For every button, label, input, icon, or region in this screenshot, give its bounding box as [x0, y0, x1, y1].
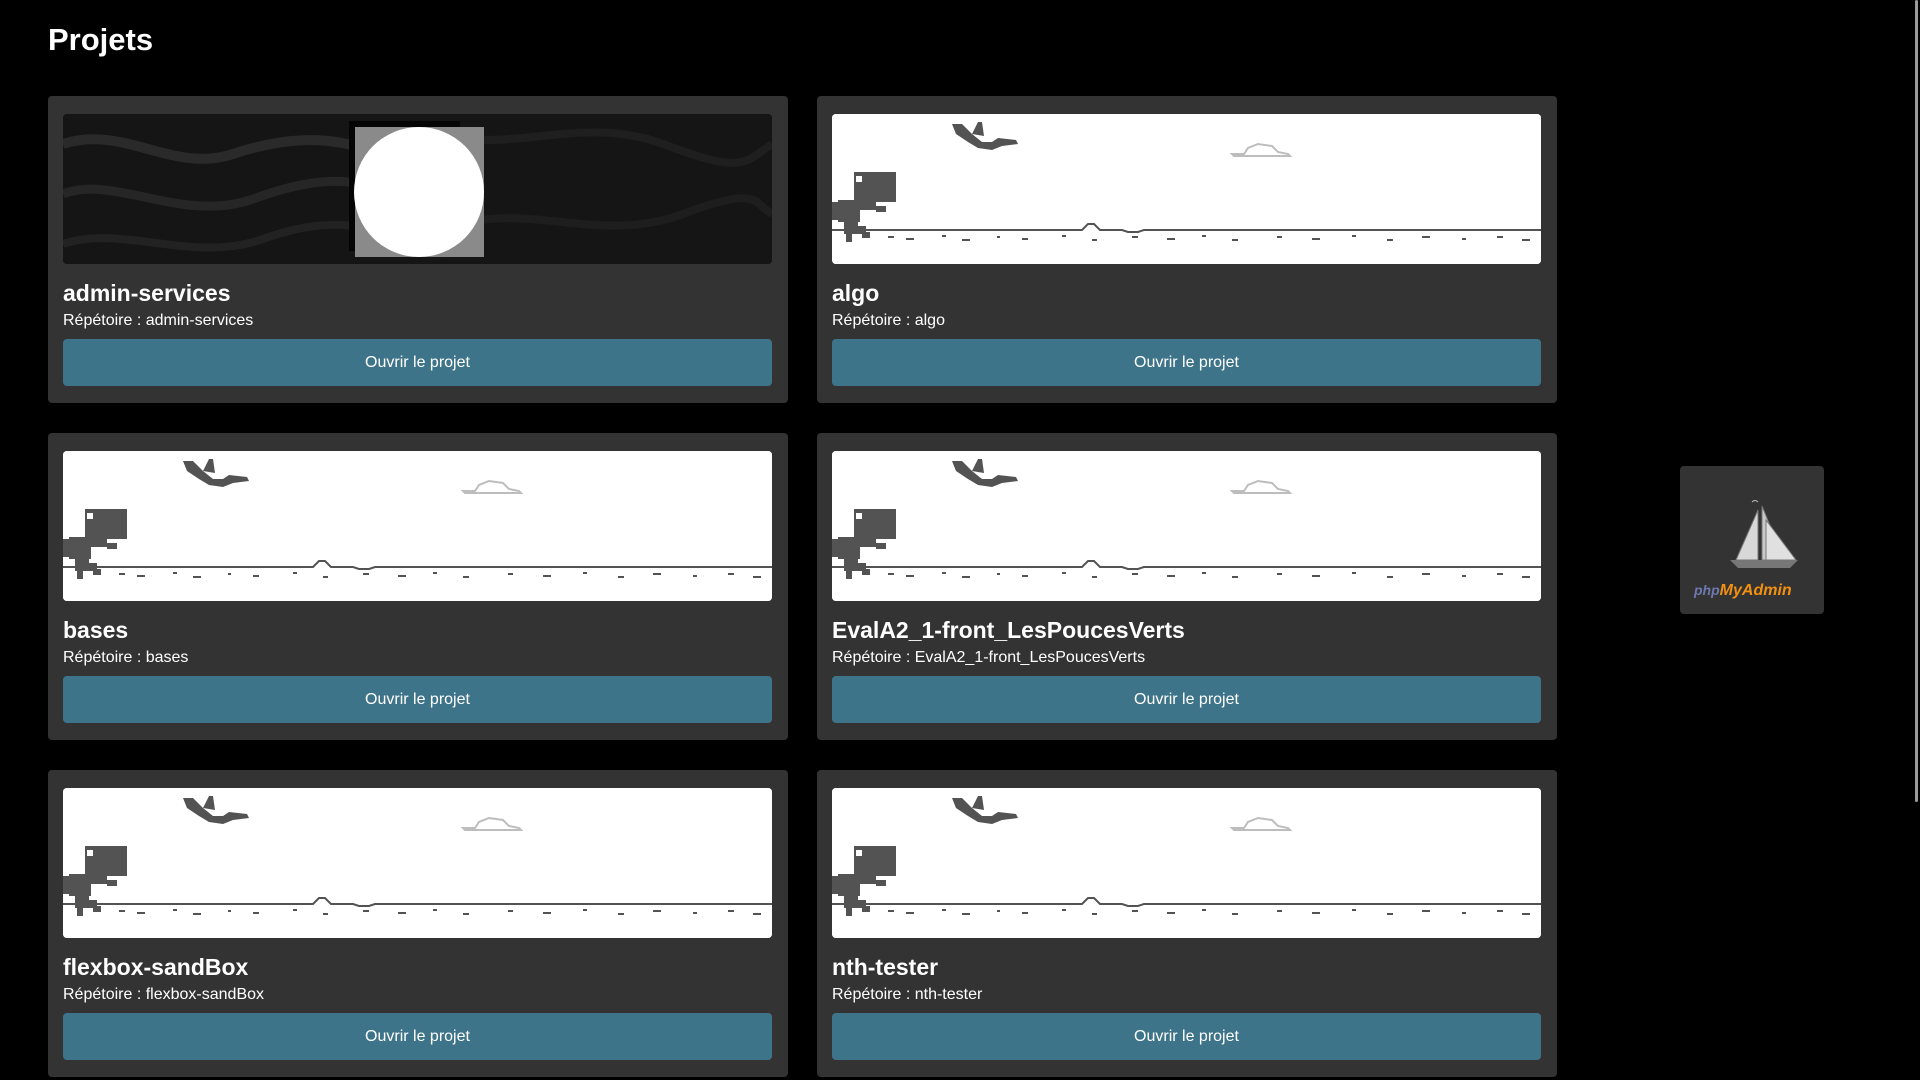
projects-grid: admin-services Répétoire : admin-service…: [48, 96, 1557, 1077]
project-thumbnail: [832, 788, 1541, 938]
directory-value: algo: [914, 312, 945, 329]
project-directory: Répétoire : flexbox-sandBox: [63, 985, 773, 1005]
project-title: algo: [832, 280, 880, 306]
dino-game-thumbnail: [63, 788, 772, 938]
project-card-flexbox-sandbox: flexbox-sandBox Répétoire : flexbox-sand…: [48, 770, 788, 1077]
project-directory: Répétoire : nth-tester: [832, 985, 1542, 1005]
project-card-algo: algo Répétoire : algo Ouvrir le projet: [817, 96, 1557, 403]
directory-value: bases: [145, 649, 189, 666]
project-title: flexbox-sandBox: [63, 954, 249, 980]
open-project-button[interactable]: Ouvrir le projet: [63, 1013, 772, 1060]
open-project-button[interactable]: Ouvrir le projet: [63, 339, 772, 386]
project-title: bases: [63, 617, 129, 643]
scrollbar-thumb[interactable]: [1915, 0, 1918, 802]
dino-game-thumbnail: [832, 114, 1541, 264]
project-thumbnail: [832, 451, 1541, 601]
project-thumbnail: [63, 788, 772, 938]
open-project-button[interactable]: Ouvrir le projet: [832, 339, 1541, 386]
project-thumbnail: [63, 451, 772, 601]
page-title: Projets: [48, 22, 154, 57]
project-card-bases: bases Répétoire : bases Ouvrir le projet: [48, 433, 788, 740]
project-directory: Répétoire : bases: [63, 648, 773, 668]
directory-label: Répétoire :: [63, 986, 142, 1003]
project-directory: Répétoire : algo: [832, 311, 1542, 331]
scrollbar[interactable]: [1908, 0, 1920, 1080]
directory-label: Répétoire :: [832, 986, 911, 1003]
dino-game-thumbnail: [63, 451, 772, 601]
directory-value: nth-tester: [914, 986, 983, 1003]
directory-value: EvalA2_1-front_LesPoucesVerts: [914, 649, 1146, 666]
project-thumbnail: [832, 114, 1541, 264]
dino-game-thumbnail: [832, 451, 1541, 601]
dino-game-thumbnail: [832, 788, 1541, 938]
project-thumbnail: [63, 114, 772, 264]
phpmyadmin-wordmark: phpMyAdmin: [1694, 582, 1792, 599]
project-directory: Répétoire : EvalA2_1-front_LesPoucesVert…: [832, 648, 1542, 668]
project-directory: Répétoire : admin-services: [63, 311, 773, 331]
dark-wave-thumbnail: [63, 114, 772, 264]
open-project-button[interactable]: Ouvrir le projet: [63, 676, 772, 723]
project-title: admin-services: [63, 280, 231, 306]
project-card-evala2: EvalA2_1-front_LesPoucesVerts Répétoire …: [817, 433, 1557, 740]
project-title: nth-tester: [832, 954, 939, 980]
project-card-nth-tester: nth-tester Répétoire : nth-tester Ouvrir…: [817, 770, 1557, 1077]
directory-value: admin-services: [145, 312, 254, 329]
phpmyadmin-link[interactable]: phpMyAdmin: [1680, 466, 1824, 614]
phpmyadmin-logo: phpMyAdmin: [1692, 496, 1812, 599]
open-project-button[interactable]: Ouvrir le projet: [832, 676, 1541, 723]
project-card-admin-services: admin-services Répétoire : admin-service…: [48, 96, 788, 403]
sailboat-icon: [1730, 500, 1798, 568]
directory-label: Répétoire :: [832, 649, 911, 666]
directory-value: flexbox-sandBox: [145, 986, 265, 1003]
directory-label: Répétoire :: [63, 649, 142, 666]
project-title: EvalA2_1-front_LesPoucesVerts: [832, 617, 1185, 643]
directory-label: Répétoire :: [63, 312, 142, 329]
directory-label: Répétoire :: [832, 312, 911, 329]
open-project-button[interactable]: Ouvrir le projet: [832, 1013, 1541, 1060]
